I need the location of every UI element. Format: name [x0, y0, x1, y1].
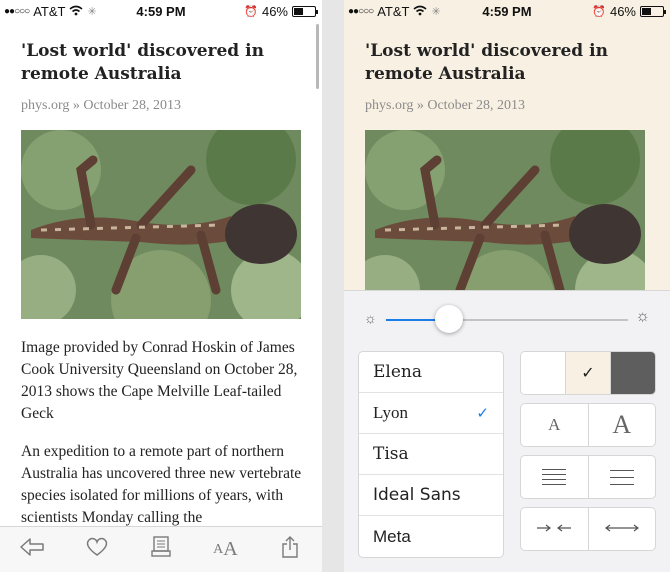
battery-icon — [640, 6, 666, 17]
narrow-margin-button[interactable] — [521, 508, 589, 550]
article-date: October 28, 2013 — [83, 98, 181, 113]
decrease-text-size-button[interactable]: A — [521, 404, 589, 446]
display-controls: ✓ A A — [520, 351, 656, 559]
back-arrow-icon — [19, 537, 45, 562]
loose-line-spacing-button[interactable] — [589, 456, 656, 498]
back-button[interactable] — [12, 532, 52, 568]
font-option-label: Lyon — [373, 403, 408, 422]
battery-percent: 46% — [609, 4, 636, 19]
font-option-meta[interactable]: Meta — [359, 516, 503, 557]
font-family-list: Elena Lyon ✓ Tisa Ideal Sans Meta — [358, 351, 504, 558]
article-meta: phys.org » October 28, 2013 — [365, 98, 652, 114]
font-option-tisa[interactable]: Tisa — [359, 434, 503, 475]
gecko-photo — [21, 130, 301, 319]
theme-sepia-button[interactable]: ✓ — [566, 352, 611, 394]
article: 'Lost world' discovered in remote Austra… — [365, 40, 652, 319]
theme-dark-button[interactable] — [611, 352, 655, 394]
share-button[interactable] — [270, 532, 310, 568]
status-bar: ●●○○○ AT&T ✳ 4:59 PM ⏰ 46% — [344, 0, 670, 24]
meta-separator: » — [72, 98, 80, 113]
theme-check-icon: ✓ — [581, 365, 595, 382]
screenshot-divider — [322, 0, 344, 572]
archive-icon — [151, 536, 171, 563]
article-title: 'Lost world' discovered in remote Austra… — [365, 41, 608, 84]
brightness-low-icon: ☼ — [364, 310, 377, 326]
article-meta: phys.org » October 28, 2013 — [21, 98, 304, 114]
font-option-ideal-sans[interactable]: Ideal Sans — [359, 475, 503, 516]
slider-thumb[interactable] — [434, 305, 463, 333]
font-settings-button[interactable]: AA — [205, 532, 245, 568]
font-option-elena[interactable]: Elena — [359, 352, 503, 393]
alarm-icon: ⏰ — [592, 6, 606, 18]
article-source[interactable]: phys.org — [21, 98, 69, 113]
font-small-glyph: A — [213, 541, 224, 557]
font-option-label: Tisa — [373, 444, 409, 464]
battery-icon — [292, 6, 318, 17]
small-a-glyph: A — [548, 415, 561, 434]
brightness-high-icon: ☼ — [635, 308, 650, 325]
loose-lines-icon — [609, 469, 634, 485]
photo-caption: Image provided by Conrad Hoskin of James… — [21, 339, 298, 422]
tight-line-spacing-button[interactable] — [521, 456, 589, 498]
like-button[interactable] — [77, 532, 117, 568]
font-option-label: Ideal Sans — [373, 485, 461, 505]
reader-view-white: ●●○○○ AT&T ✳ 4:59 PM ⏰ 46% 'Lost world' … — [0, 0, 322, 572]
narrow-margin-icon — [536, 520, 572, 538]
wide-margin-icon — [604, 520, 640, 538]
reader-view-sepia: ●●○○○ AT&T ✳ 4:59 PM ⏰ 46% 'Lost world' … — [344, 0, 670, 572]
font-large-glyph: A — [223, 538, 238, 560]
theme-white-button[interactable] — [521, 352, 566, 394]
scrollbar[interactable] — [316, 24, 319, 89]
line-spacing-selector — [520, 455, 656, 499]
bottom-toolbar: AA — [0, 526, 322, 572]
article-paragraph: An expedition to a remote part of northe… — [21, 443, 302, 526]
article-source[interactable]: phys.org — [365, 98, 413, 113]
tight-lines-icon — [542, 469, 567, 485]
increase-text-size-button[interactable]: A — [589, 404, 656, 446]
font-option-lyon[interactable]: Lyon ✓ — [359, 393, 503, 434]
archive-button[interactable] — [141, 532, 181, 568]
reading-settings-panel: ☼ ☼ Elena Lyon ✓ Tisa Ideal Sans Meta ✓ … — [344, 290, 670, 572]
theme-selector: ✓ — [520, 351, 656, 395]
margin-selector — [520, 507, 656, 551]
large-a-glyph: A — [612, 410, 632, 439]
status-bar: ●●○○○ AT&T ✳ 4:59 PM ⏰ 46% — [0, 0, 322, 24]
checkmark-icon: ✓ — [476, 405, 489, 422]
article-date: October 28, 2013 — [427, 98, 525, 113]
wide-margin-button[interactable] — [589, 508, 656, 550]
text-size-selector: A A — [520, 403, 656, 447]
article: 'Lost world' discovered in remote Austra… — [21, 40, 304, 529]
brightness-slider[interactable]: ☼ ☼ — [364, 305, 650, 333]
meta-separator: » — [416, 98, 424, 113]
heart-icon — [85, 537, 109, 562]
share-icon — [281, 536, 299, 563]
battery-percent: 46% — [261, 4, 288, 19]
article-title: 'Lost world' discovered in remote Austra… — [21, 41, 264, 84]
alarm-icon: ⏰ — [244, 6, 258, 18]
font-option-label: Meta — [373, 526, 411, 546]
font-option-label: Elena — [373, 362, 422, 382]
